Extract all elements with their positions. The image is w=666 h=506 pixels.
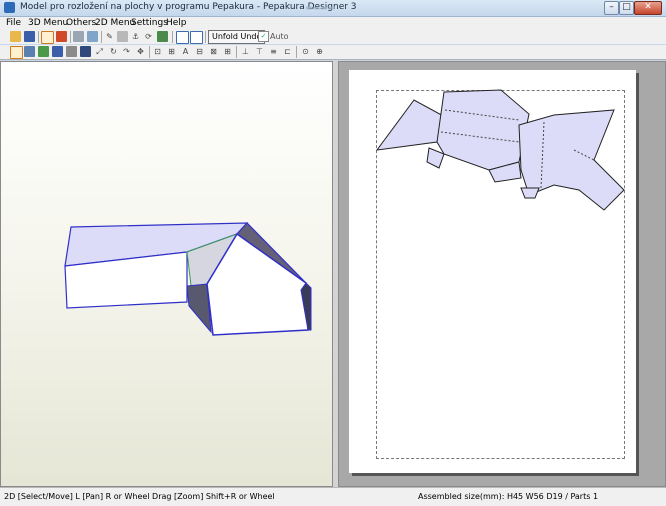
- open-icon[interactable]: [10, 31, 21, 42]
- unfold-icon[interactable]: [56, 31, 67, 42]
- blurred-background-text: ▬▬▬▬: [305, 3, 336, 12]
- text-icon[interactable]: A: [180, 46, 191, 57]
- group-icon[interactable]: ⊏: [282, 46, 293, 57]
- anchor-icon[interactable]: ⚓: [130, 31, 141, 42]
- menu-2d[interactable]: 2D Menu: [95, 18, 135, 28]
- frame2-icon[interactable]: [190, 31, 203, 44]
- flip-icon[interactable]: ↷: [121, 46, 132, 57]
- toolbar-separator: [70, 31, 71, 43]
- distribute-icon[interactable]: ≡: [268, 46, 279, 57]
- assembled-size: Assembled size(mm): H45 W56 D19 / Parts …: [418, 492, 599, 501]
- toolbar-separator: [149, 46, 150, 58]
- select-icon[interactable]: [10, 46, 23, 59]
- pen-icon[interactable]: ✎: [104, 31, 115, 42]
- align-bottom-icon[interactable]: ⊥: [240, 46, 251, 57]
- glue-flap[interactable]: [426, 147, 445, 169]
- image-icon[interactable]: [66, 46, 77, 57]
- align-top-icon[interactable]: ⊤: [254, 46, 265, 57]
- scale-icon[interactable]: ⊞: [166, 46, 177, 57]
- 3d-view[interactable]: [0, 61, 333, 487]
- unfold-undo-button[interactable]: Unfold Undo: [208, 30, 266, 44]
- close-button[interactable]: ✕: [634, 1, 662, 15]
- menu-file[interactable]: File: [6, 18, 21, 28]
- part-left-triangle[interactable]: [375, 99, 448, 151]
- rotate-icon[interactable]: ⟳: [143, 31, 154, 42]
- paper-sheet: [349, 70, 636, 473]
- menu-3d[interactable]: 3D Menu: [28, 18, 68, 28]
- toolbar-separator: [236, 46, 237, 58]
- align-right-icon[interactable]: ⊞: [222, 46, 233, 57]
- 2d-view[interactable]: [338, 61, 666, 487]
- cylinder-icon[interactable]: [117, 31, 128, 42]
- toolbar-separator: [296, 46, 297, 58]
- move-icon[interactable]: ✥: [135, 46, 146, 57]
- auto-checkbox-label: Auto: [270, 32, 289, 41]
- status-bar: 2D [Select/Move] L [Pan] R or Wheel Drag…: [0, 487, 666, 506]
- flap-icon[interactable]: [52, 46, 63, 57]
- 3d-model[interactable]: [1, 62, 332, 486]
- maximize-button[interactable]: □: [619, 1, 634, 15]
- minimize-button[interactable]: –: [604, 1, 619, 15]
- status-hint: 2D [Select/Move] L [Pan] R or Wheel Drag…: [4, 492, 275, 501]
- select-mode-icon[interactable]: [41, 31, 54, 44]
- toolbar-separator: [38, 31, 39, 43]
- edge-icon[interactable]: [38, 46, 49, 57]
- toolbar-separator: [172, 31, 173, 43]
- arrange-icon[interactable]: ⊡: [152, 46, 163, 57]
- toolbar-separator: [101, 31, 102, 43]
- align-center-icon[interactable]: ⊠: [208, 46, 219, 57]
- layout-icon[interactable]: [24, 46, 35, 57]
- zoom-icon[interactable]: ⊙: [300, 46, 311, 57]
- split-icon[interactable]: ↻: [108, 46, 119, 57]
- part-center-strip[interactable]: [436, 89, 530, 171]
- align-left-icon[interactable]: ⊟: [194, 46, 205, 57]
- app-icon: [4, 2, 15, 13]
- menu-others[interactable]: Others: [66, 18, 96, 28]
- shading-icon[interactable]: [87, 31, 98, 42]
- auto-checkbox[interactable]: ✓: [258, 31, 269, 42]
- main-toolbar: ✎ ⚓ ⟳ Unfold Undo ✓ Auto: [0, 30, 666, 44]
- join-icon[interactable]: ⤢: [94, 46, 105, 57]
- title-bar: Model pro rozložení na plochy v programu…: [0, 0, 666, 17]
- texture-icon[interactable]: [73, 31, 84, 42]
- layout-toolbar: ⤢ ↻ ↷ ✥ ⊡ ⊞ A ⊟ ⊠ ⊞ ⊥ ⊤ ≡ ⊏ ⊙ ⊕: [0, 45, 666, 60]
- menu-settings[interactable]: Settings: [131, 18, 168, 28]
- toolbar-separator: [205, 31, 206, 43]
- save-icon[interactable]: [24, 31, 35, 42]
- menu-bar: File 3D Menu Others 2D Menu Settings Hel…: [0, 17, 666, 30]
- frame-icon[interactable]: [176, 31, 189, 44]
- unfolded-parts[interactable]: [349, 70, 636, 473]
- rotate-part-icon[interactable]: [80, 46, 91, 57]
- face-color-icon[interactable]: [157, 31, 168, 42]
- menu-help[interactable]: Help: [166, 18, 187, 28]
- zoom-fit-icon[interactable]: ⊕: [314, 46, 325, 57]
- glue-flap[interactable]: [520, 187, 540, 199]
